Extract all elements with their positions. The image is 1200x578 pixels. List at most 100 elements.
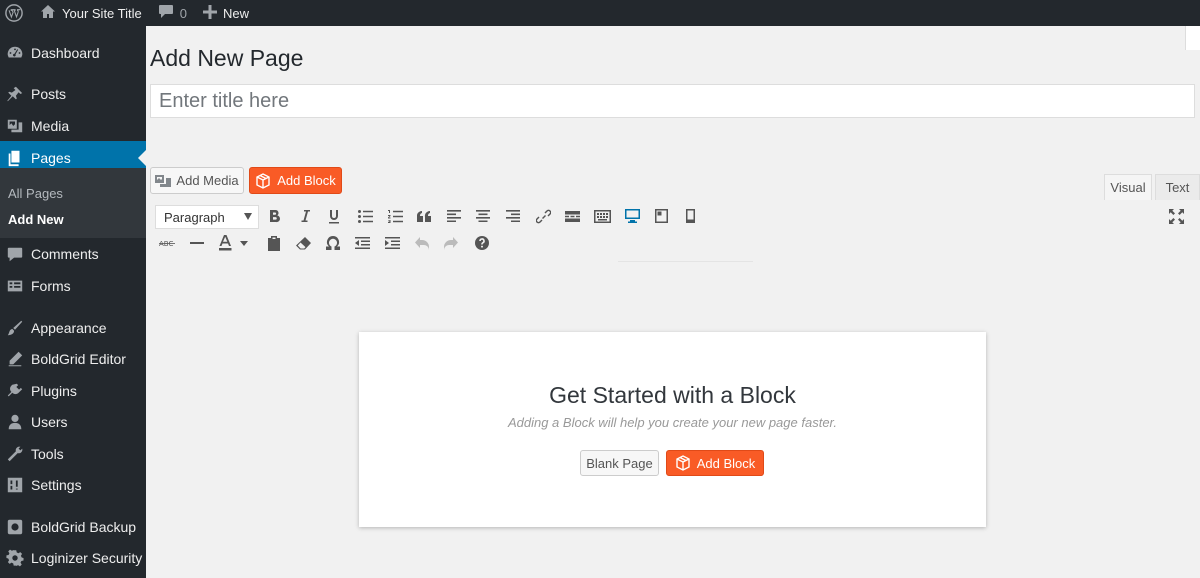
numbered-list-button[interactable]	[383, 204, 407, 228]
page-icon	[5, 148, 25, 168]
sidebar-item-posts[interactable]: Posts	[0, 77, 146, 111]
bullet-list-button[interactable]	[353, 204, 377, 228]
card-subtitle: Adding a Block will help you create your…	[507, 415, 838, 430]
text-color-icon	[219, 235, 248, 251]
submenu-all-pages[interactable]: All Pages	[8, 186, 63, 201]
blockquote-button[interactable]	[412, 204, 436, 228]
paste-as-text-button[interactable]	[262, 231, 286, 255]
align-right-icon	[506, 210, 520, 222]
submenu-add-new[interactable]: Add New	[8, 212, 64, 227]
phone-icon	[685, 209, 695, 223]
sidebar-item-loginizer-security[interactable]: Loginizer Security	[0, 541, 146, 575]
align-right-button[interactable]	[501, 204, 525, 228]
italic-icon	[301, 210, 310, 222]
strikethrough-button[interactable]: ABC	[155, 231, 179, 255]
horizontal-line-button[interactable]	[185, 231, 209, 255]
omega-icon	[326, 236, 340, 250]
keyboard-icon	[593, 209, 611, 223]
title-input[interactable]	[150, 84, 1195, 118]
sidebar-item-dashboard[interactable]: Dashboard	[0, 36, 146, 70]
align-center-button[interactable]	[471, 204, 495, 228]
align-left-icon	[447, 210, 461, 222]
bold-button[interactable]	[263, 204, 287, 228]
distraction-free-button[interactable]	[1164, 204, 1188, 228]
toolbar-toggle-button[interactable]	[590, 204, 614, 228]
clipboard-icon	[268, 235, 280, 251]
sidebar-item-label: Media	[31, 118, 70, 134]
pages-submenu: All Pages Add New	[0, 168, 146, 238]
quote-icon	[416, 210, 431, 222]
bold-icon	[270, 210, 281, 223]
sidebar-item-plugins[interactable]: Plugins	[0, 374, 146, 408]
sidebar-item-tools[interactable]: Tools	[0, 437, 146, 471]
sidebar-item-boldgrid-backup[interactable]: BoldGrid Backup	[0, 510, 146, 544]
site-name-link[interactable]: Your Site Title	[32, 0, 150, 26]
add-media-button[interactable]: Add Media	[150, 167, 244, 194]
desktop-preview-button[interactable]	[620, 204, 644, 228]
sidebar-item-label: Comments	[31, 246, 99, 262]
sidebar-item-media[interactable]: Media	[0, 109, 146, 143]
sidebar-item-label: Posts	[31, 86, 67, 102]
underline-button[interactable]	[322, 204, 346, 228]
special-character-button[interactable]	[321, 231, 345, 255]
card-add-block-label: Add Block	[696, 455, 756, 471]
keyboard-shortcuts-button[interactable]	[470, 231, 494, 255]
screen-options-tab[interactable]	[1185, 26, 1200, 50]
settings-icon	[5, 475, 25, 495]
undo-icon	[415, 236, 429, 250]
plugin-icon	[5, 381, 25, 401]
add-block-button[interactable]: Add Block	[249, 167, 342, 194]
bullet-list-icon	[357, 209, 373, 223]
plus-icon	[202, 4, 217, 22]
tab-visual[interactable]: Visual	[1104, 174, 1152, 200]
dashboard-icon	[5, 43, 25, 63]
block-cube-icon	[255, 172, 277, 189]
clear-formatting-button[interactable]	[291, 231, 315, 255]
strikethrough-icon: ABC	[159, 240, 175, 247]
comments-link[interactable]: 0	[150, 0, 195, 26]
tab-text[interactable]: Text	[1155, 174, 1200, 200]
admin-bar: Your Site Title 0 New	[0, 0, 1200, 26]
sidebar-item-label: Plugins	[31, 383, 77, 399]
new-label: New	[222, 5, 249, 21]
italic-button[interactable]	[293, 204, 317, 228]
tablet-preview-button[interactable]	[649, 204, 673, 228]
text-color-button[interactable]	[214, 231, 254, 255]
insert-link-button[interactable]	[531, 204, 555, 228]
sidebar-item-boldgrid-editor[interactable]: BoldGrid Editor	[0, 342, 146, 376]
read-more-icon	[564, 210, 580, 222]
sidebar-item-label: Pages	[31, 150, 71, 166]
tablet-icon	[654, 209, 668, 223]
undo-button[interactable]	[410, 231, 434, 255]
redo-icon	[444, 236, 458, 250]
desktop-icon	[624, 209, 640, 223]
media-icon	[5, 116, 25, 136]
card-add-block-button[interactable]: Add Block	[666, 450, 764, 476]
read-more-button[interactable]	[560, 204, 584, 228]
indent-button[interactable]	[380, 231, 404, 255]
sidebar-item-appearance[interactable]: Appearance	[0, 311, 146, 345]
redo-button[interactable]	[439, 231, 463, 255]
sidebar-item-users[interactable]: Users	[0, 405, 146, 439]
blank-page-button[interactable]: Blank Page	[580, 450, 659, 476]
numbered-list-icon	[387, 209, 403, 223]
comment-bubble-icon	[158, 4, 174, 22]
help-icon	[475, 236, 489, 250]
gear-icon	[5, 548, 25, 568]
wordpress-logo-icon[interactable]	[0, 0, 26, 26]
sidebar-item-label: BoldGrid Editor	[31, 351, 126, 367]
phone-preview-button[interactable]	[678, 204, 702, 228]
sidebar-item-label: Users	[31, 414, 68, 430]
sidebar-item-label: Settings	[31, 477, 82, 493]
outdent-button[interactable]	[350, 231, 374, 255]
sidebar-item-forms[interactable]: Forms	[0, 269, 146, 303]
sidebar-item-settings[interactable]: Settings	[0, 468, 146, 502]
sidebar-item-label: Forms	[31, 278, 71, 294]
sidebar-item-comments[interactable]: Comments	[0, 237, 146, 271]
block-cube-icon	[675, 455, 697, 471]
page-title: Add New Page	[150, 45, 304, 71]
format-select[interactable]: Paragraph	[155, 205, 259, 229]
new-content-link[interactable]: New	[195, 0, 257, 26]
align-left-button[interactable]	[442, 204, 466, 228]
get-started-card: Get Started with a Block Adding a Block …	[359, 332, 986, 527]
